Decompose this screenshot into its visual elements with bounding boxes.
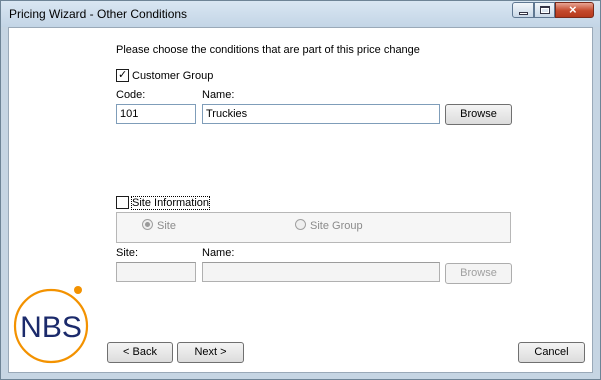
site-field[interactable] [116, 262, 196, 282]
code-label: Code: [116, 89, 146, 101]
window-title: Pricing Wizard - Other Conditions [9, 7, 188, 21]
site-information-label: Site Information [130, 196, 211, 210]
site-radio[interactable] [142, 219, 153, 230]
site-radio-label: Site [157, 220, 176, 232]
next-button[interactable]: Next > [177, 342, 244, 363]
site-group-radio[interactable] [295, 219, 306, 230]
minimize-button[interactable] [512, 2, 534, 18]
customer-group-browse-button[interactable]: Browse [445, 104, 512, 125]
site-name-label: Name: [202, 247, 235, 259]
site-information-checkbox[interactable] [116, 196, 129, 209]
back-button[interactable]: < Back [107, 342, 173, 363]
close-button[interactable]: × [555, 2, 594, 18]
site-type-group: Site Site Group [116, 212, 511, 243]
checkmark-icon: ✓ [118, 69, 128, 81]
name-label: Name: [202, 89, 235, 101]
title-bar[interactable]: Pricing Wizard - Other Conditions × [1, 1, 600, 27]
nbs-logo: NBS [13, 286, 89, 364]
site-label: Site: [116, 247, 139, 259]
close-icon: × [569, 2, 577, 17]
maximize-button[interactable] [534, 2, 555, 18]
intro-text: Please choose the conditions that are pa… [116, 44, 420, 56]
logo-accent-dot [74, 286, 82, 294]
minimize-icon [519, 12, 528, 15]
customer-group-checkbox[interactable]: ✓ [116, 69, 129, 82]
name-field[interactable]: Truckies [202, 104, 440, 124]
code-field[interactable]: 101 [116, 104, 196, 124]
site-browse-button[interactable]: Browse [445, 263, 512, 284]
site-group-radio-label: Site Group [310, 220, 363, 232]
wizard-client-area [8, 27, 593, 373]
site-name-field[interactable] [202, 262, 440, 282]
cancel-button[interactable]: Cancel [518, 342, 585, 363]
logo-text: NBS [20, 311, 82, 344]
maximize-icon [540, 6, 550, 14]
customer-group-label: Customer Group [132, 70, 214, 82]
